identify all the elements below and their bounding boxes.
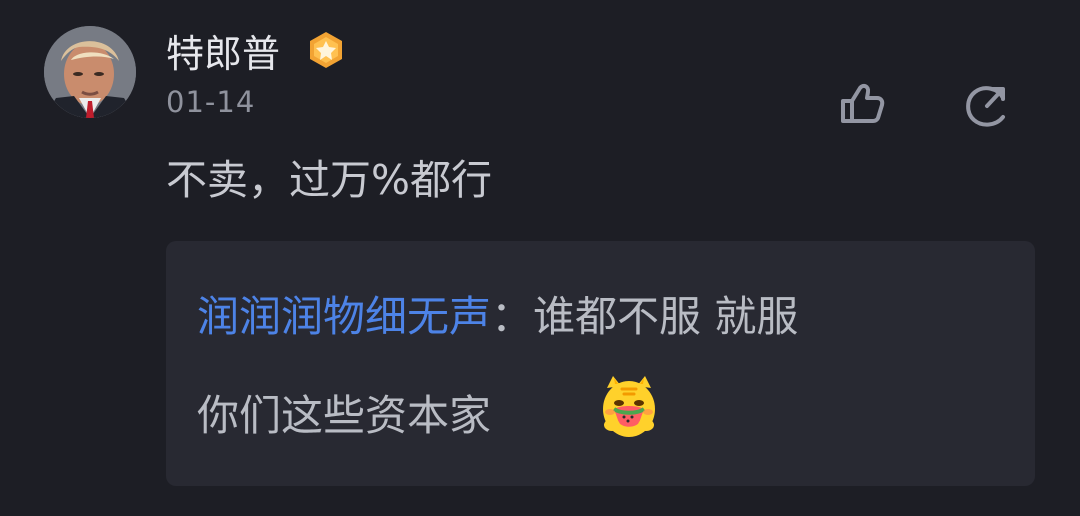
quoted-reply-line-2: 你们这些资本家: [197, 388, 491, 444]
quoted-reply[interactable]: 润润润物细无声：谁都不服 就服 你们这些资本家: [166, 241, 1035, 486]
verified-badge-icon: [306, 30, 346, 70]
username[interactable]: 特郎普: [166, 30, 280, 78]
avatar-image: [44, 26, 136, 118]
user-avatar[interactable]: [44, 26, 136, 118]
reply-button[interactable]: [962, 80, 1012, 130]
comment-card: 特郎普 01-14 不卖，过万%都行 润润润物细无声：谁都不服 就服 你们这些资…: [0, 0, 1080, 516]
quoted-reply-line-1: 润润润物细无声：谁都不服 就服: [197, 289, 798, 345]
tiger-eating-watermelon-sticker: [594, 372, 664, 442]
quoted-reply-text-line-1: 谁都不服 就服: [533, 292, 799, 341]
quoted-reply-separator: ：: [491, 292, 534, 341]
quoted-reply-author[interactable]: 润润润物细无声: [197, 292, 491, 341]
quoted-reply-text-line-2: 你们这些资本家: [197, 391, 492, 440]
thumbs-up-icon: [841, 83, 885, 123]
reply-icon: [966, 86, 1005, 127]
comment-text: 不卖，过万%都行: [166, 156, 492, 204]
comment-date: 01-14: [166, 85, 256, 119]
like-button[interactable]: [838, 80, 886, 128]
